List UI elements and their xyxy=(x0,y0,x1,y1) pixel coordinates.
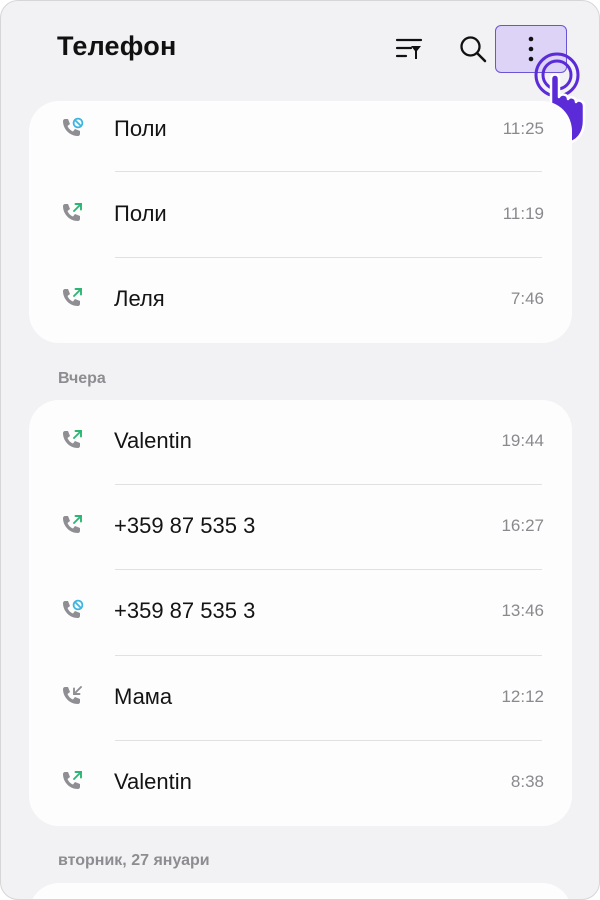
blocked-call-icon xyxy=(63,117,84,136)
contact-name: Поли xyxy=(114,201,167,226)
call-time: 16:27 xyxy=(501,516,544,535)
call-time: 8:38 xyxy=(510,772,544,791)
divider xyxy=(115,171,542,172)
call-log-item[interactable]: Valentin 8:38 xyxy=(29,741,572,826)
call-log-item[interactable]: Мама 12:12 xyxy=(29,656,572,741)
call-log-item[interactable]: Леля 7:46 xyxy=(29,258,572,343)
app-header: Телефон xyxy=(1,1,599,145)
filter-sort-icon xyxy=(395,38,423,59)
call-time: 7:46 xyxy=(510,289,544,308)
outgoing-call-icon xyxy=(63,203,82,221)
call-log-group-earlier xyxy=(29,883,572,899)
blocked-call-icon xyxy=(63,599,84,618)
incoming-call-icon xyxy=(63,686,82,704)
call-log-group-today: Поли 11:25 Поли 11:19 Леля 7:46 xyxy=(29,101,572,343)
contact-name: Valentin xyxy=(114,769,192,794)
call-time: 12:12 xyxy=(501,687,544,706)
outgoing-call-icon xyxy=(63,430,82,448)
contact-name: +359 87 535 3 xyxy=(114,598,256,623)
section-label-yesterday: Вчера xyxy=(58,370,106,387)
call-time: 11:25 xyxy=(502,119,544,138)
contact-name: Valentin xyxy=(114,428,192,453)
call-log-group-yesterday: Valentin 19:44 +359 87 535 3 16:27 +359 … xyxy=(29,400,572,826)
call-log-item[interactable]: +359 87 535 3 13:46 xyxy=(29,570,572,655)
call-time: 13:46 xyxy=(501,601,544,620)
contact-name: +359 87 535 3 xyxy=(114,513,256,538)
outgoing-call-icon xyxy=(63,288,82,306)
filter-button[interactable] xyxy=(384,25,434,73)
call-time: 11:19 xyxy=(502,204,544,223)
call-log-item[interactable]: Поли 11:19 xyxy=(29,173,572,258)
call-time: 19:44 xyxy=(501,431,544,450)
page-title: Телефон xyxy=(57,31,177,61)
call-log-item[interactable]: +359 87 535 3 16:27 xyxy=(29,485,572,570)
outgoing-call-icon xyxy=(63,771,82,789)
call-log-item[interactable]: Поли 11:25 xyxy=(29,101,572,173)
section-label-earlier: вторник, 27 януари xyxy=(58,852,210,869)
phone-screen: Телефон Поли 11:25 Поли 11:19 Леля 7:46 … xyxy=(0,0,600,900)
contact-name: Леля xyxy=(114,286,165,311)
contact-name: Мама xyxy=(114,684,173,709)
search-button[interactable] xyxy=(448,25,498,73)
call-log-item[interactable]: Valentin 19:44 xyxy=(29,400,572,485)
contact-name: Поли xyxy=(114,116,167,141)
outgoing-call-icon xyxy=(63,515,82,533)
search-icon xyxy=(460,36,487,63)
